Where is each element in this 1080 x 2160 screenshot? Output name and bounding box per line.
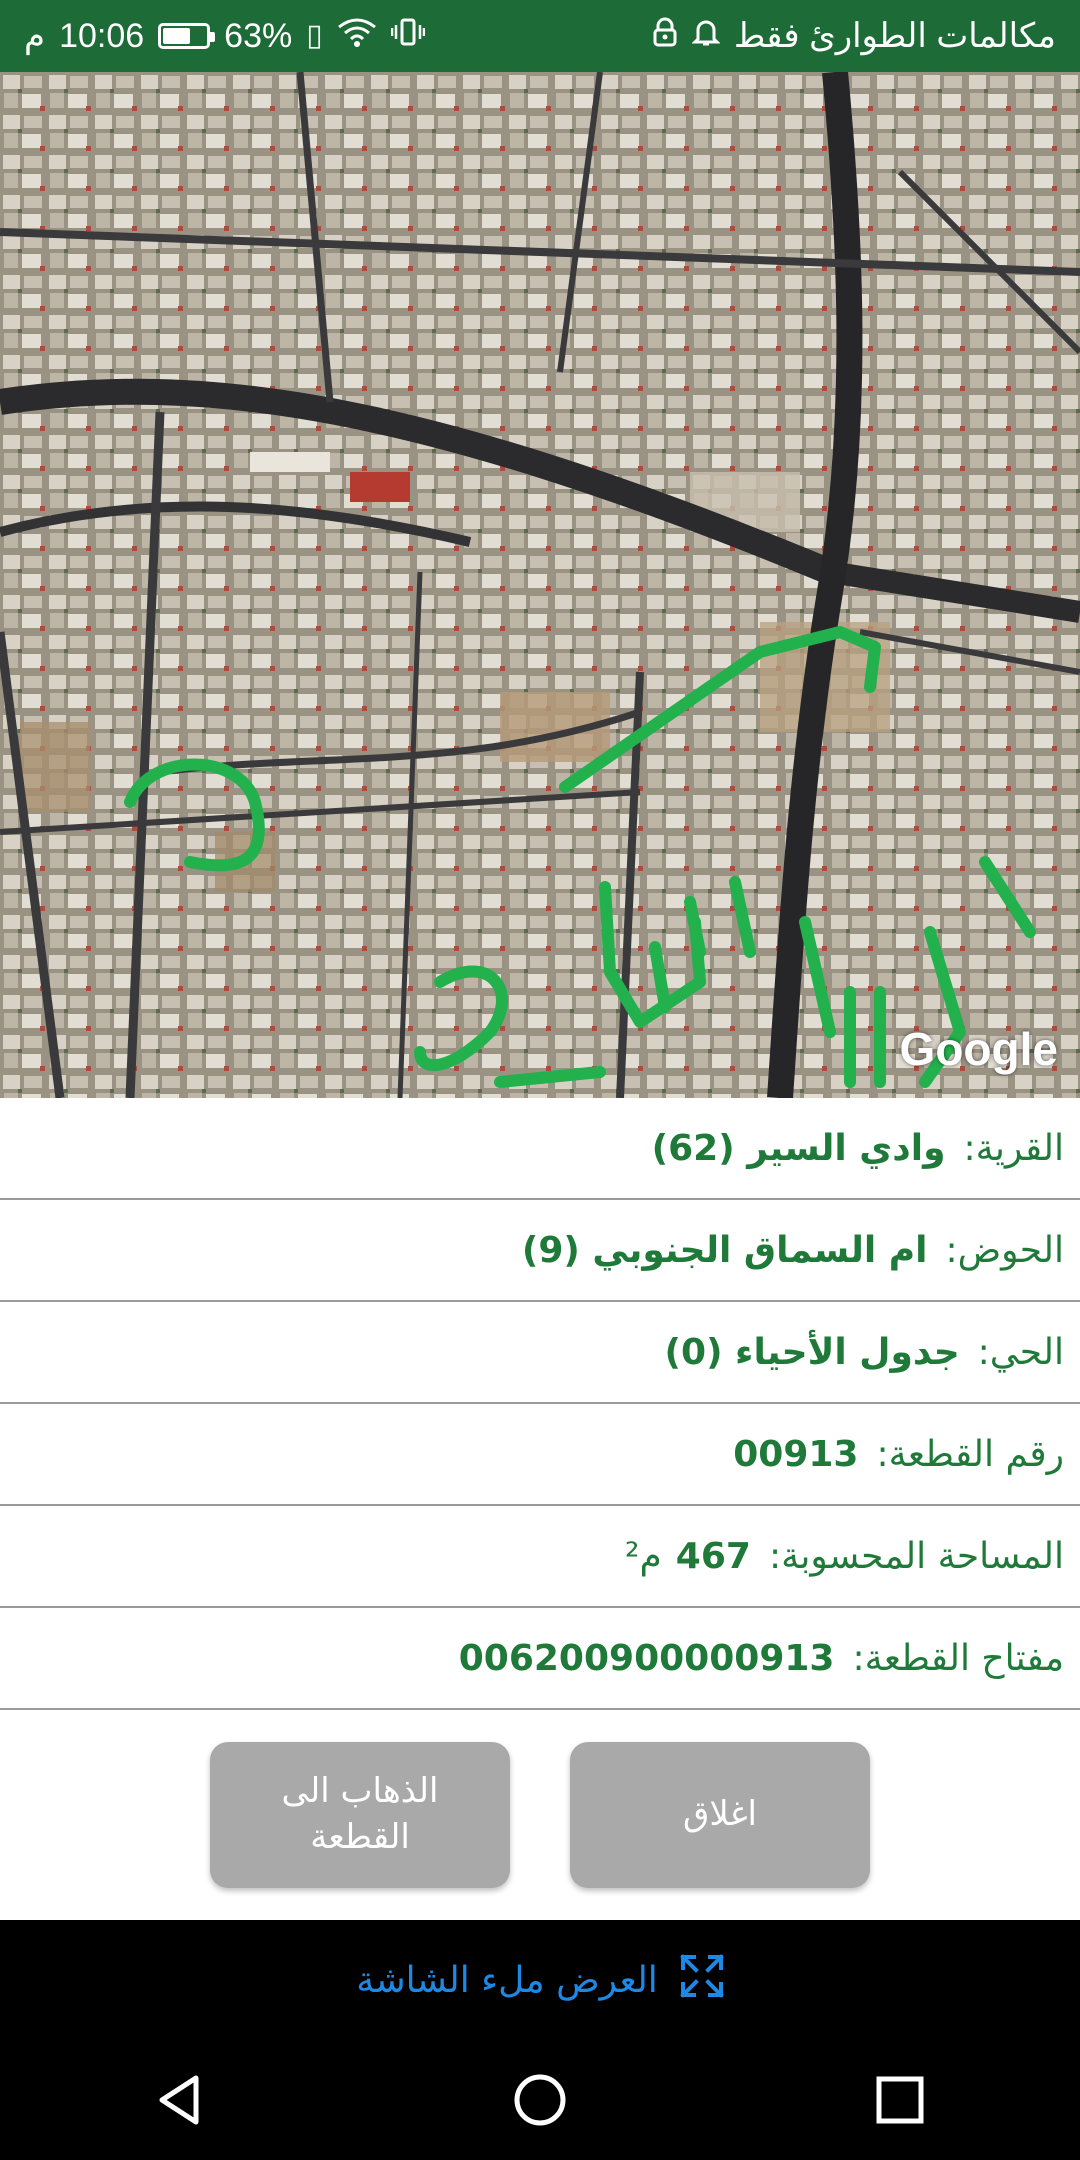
- vibrate-icon: [390, 17, 425, 56]
- info-row-parcel-key: مفتاح القطعة: 006200900000913: [0, 1608, 1080, 1710]
- info-row-neighborhood: الحي: جدول الأحياء (0): [0, 1302, 1080, 1404]
- expand-icon: [679, 1953, 724, 2007]
- lock-icon: [652, 17, 678, 56]
- parcel-number-value: 00913: [733, 1433, 859, 1475]
- basin-label: الحوض:: [945, 1229, 1064, 1271]
- battery-percent: 63%: [224, 16, 293, 55]
- fullscreen-label: العرض ملء الشاشة: [356, 1959, 658, 2001]
- battery-icon: [158, 23, 216, 49]
- village-value: وادي السير (62): [651, 1127, 946, 1169]
- system-navigation-bar: [0, 2040, 1080, 2160]
- google-attribution: Google: [899, 1023, 1058, 1075]
- clock: 10:06: [59, 16, 145, 55]
- status-bar: م 10:06 63% ▯ مكالمات الطوارئ فقط: [0, 0, 1080, 72]
- home-button[interactable]: [480, 2050, 600, 2150]
- carrier-text: مكالمات الطوارئ فقط: [733, 17, 1056, 55]
- neighborhood-value: جدول الأحياء (0): [664, 1331, 960, 1373]
- basin-value: ام السماق الجنوبي (9): [521, 1229, 928, 1271]
- status-right: مكالمات الطوارئ فقط: [652, 16, 1056, 56]
- time-suffix: م: [24, 17, 46, 55]
- close-button[interactable]: اغلاق: [570, 1742, 870, 1888]
- area-label: المساحة المحسوبة:: [768, 1535, 1064, 1577]
- map-imagery: [0, 72, 1080, 1098]
- sim-icon: ▯: [306, 19, 323, 52]
- info-row-basin: الحوض: ام السماق الجنوبي (9): [0, 1200, 1080, 1302]
- back-button[interactable]: [120, 2050, 240, 2150]
- area-unit: م²: [625, 1535, 662, 1577]
- recents-button[interactable]: [840, 2050, 960, 2150]
- parcel-info-panel: القرية: وادي السير (62) الحوض: ام السماق…: [0, 1098, 1080, 1710]
- fullscreen-toggle[interactable]: العرض ملء الشاشة: [0, 1920, 1080, 2040]
- village-label: القرية:: [963, 1127, 1065, 1169]
- parcel-key-label: مفتاح القطعة:: [852, 1637, 1064, 1679]
- bell-icon: [691, 17, 721, 56]
- status-left: م 10:06 63% ▯: [24, 16, 425, 56]
- info-row-area: المساحة المحسوبة: 467 م²: [0, 1506, 1080, 1608]
- area-value: 467: [675, 1535, 751, 1577]
- parcel-number-label: رقم القطعة:: [876, 1433, 1064, 1475]
- info-row-parcel-number: رقم القطعة: 00913: [0, 1404, 1080, 1506]
- back-icon: [159, 2075, 199, 2125]
- parcel-key-value: 006200900000913: [458, 1637, 835, 1679]
- home-icon: [514, 2074, 566, 2126]
- action-buttons: الذهاب الى القطعة اغلاق: [0, 1740, 1080, 1890]
- satellite-map[interactable]: Google: [0, 72, 1080, 1098]
- neighborhood-label: الحي:: [977, 1331, 1064, 1373]
- recents-icon: [876, 2076, 924, 2124]
- info-row-village: القرية: وادي السير (62): [0, 1098, 1080, 1200]
- go-to-parcel-button[interactable]: الذهاب الى القطعة: [210, 1742, 510, 1888]
- wifi-icon: [337, 17, 377, 56]
